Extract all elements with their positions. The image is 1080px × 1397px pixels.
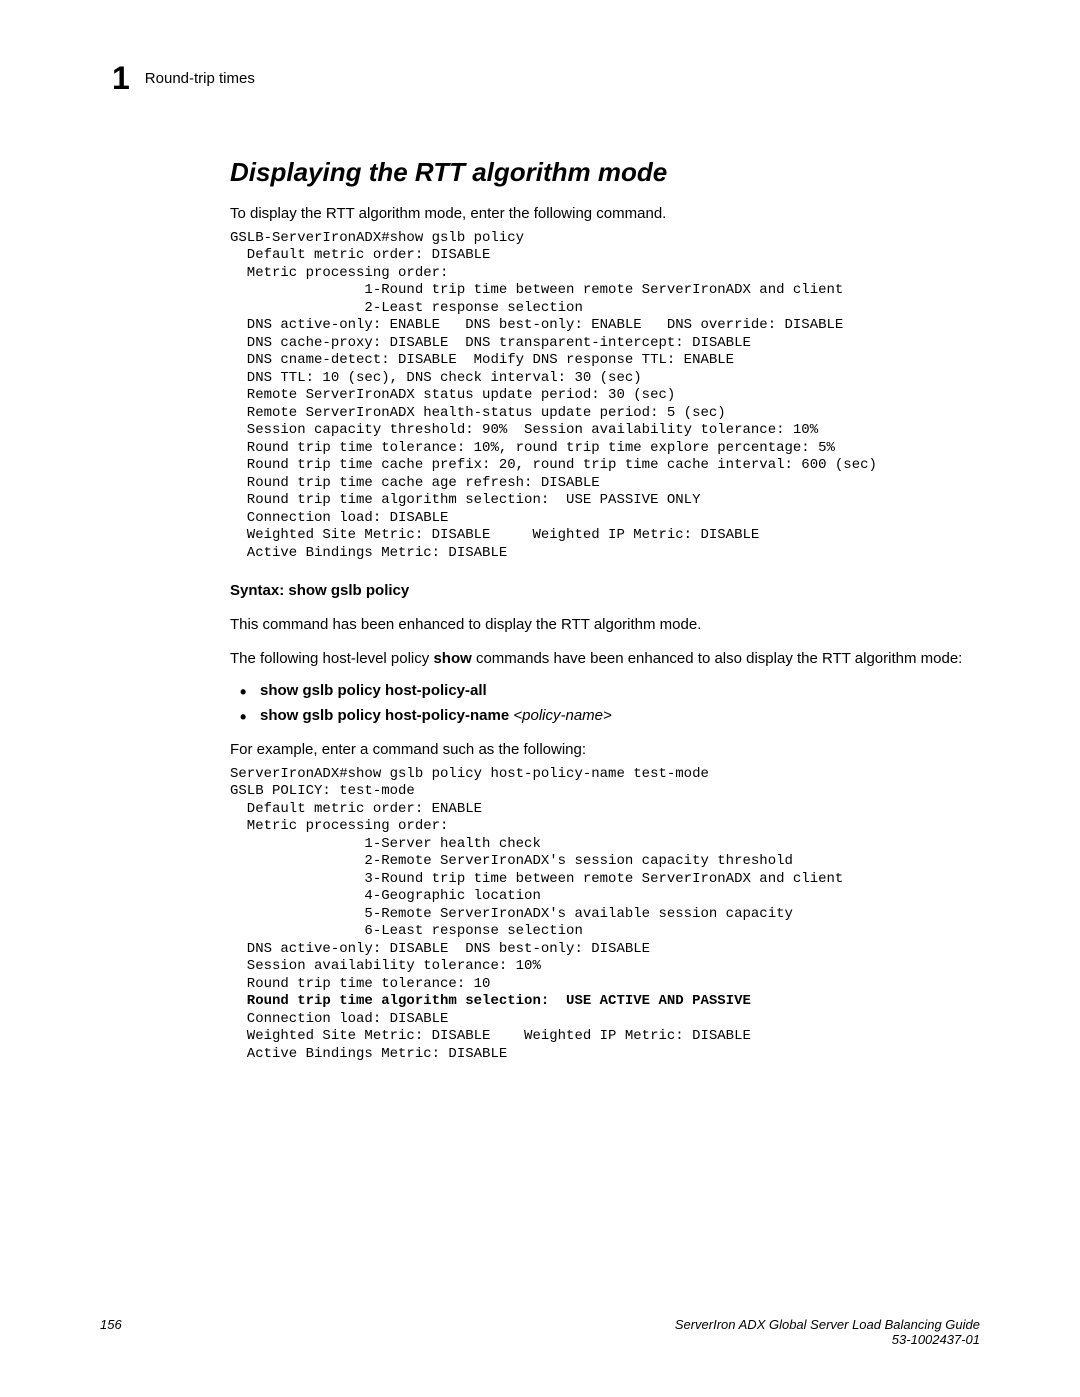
desc2-prefix: The following host-level policy: [230, 650, 433, 667]
intro-text: To display the RTT algorithm mode, enter…: [230, 204, 980, 224]
doc-id: 53-1002437-01: [675, 1332, 980, 1347]
syntax-label: Syntax:: [230, 582, 288, 599]
code-block-2-highlight: Round trip time algorithm selection: USE…: [230, 993, 980, 1011]
list-item: show gslb policy host-policy-name <polic…: [230, 707, 980, 724]
code-block-2-container: ServerIronADX#show gslb policy host-poli…: [230, 766, 980, 1064]
page-footer: 156 ServerIron ADX Global Server Load Ba…: [100, 1317, 980, 1347]
chapter-number: 1: [112, 60, 130, 97]
doc-title: ServerIron ADX Global Server Load Balanc…: [675, 1317, 980, 1332]
desc2-suffix: commands have been enhanced to also disp…: [472, 650, 963, 667]
chapter-title: Round-trip times: [145, 70, 255, 87]
description-1: This command has been enhanced to displa…: [230, 615, 980, 635]
syntax-line: Syntax: show gslb policy: [230, 582, 980, 599]
footer-right: ServerIron ADX Global Server Load Balanc…: [675, 1317, 980, 1347]
command-bold: show gslb policy host-policy-all: [260, 682, 487, 699]
description-2: The following host-level policy show com…: [230, 649, 980, 669]
command-list: show gslb policy host-policy-all show gs…: [230, 682, 980, 724]
description-3: For example, enter a command such as the…: [230, 740, 980, 760]
syntax-value: show gslb policy: [288, 582, 409, 599]
list-item: show gslb policy host-policy-all: [230, 682, 980, 699]
main-content: Displaying the RTT algorithm mode To dis…: [100, 157, 980, 1063]
code-block-1: GSLB-ServerIronADX#show gslb policy Defa…: [230, 230, 980, 563]
command-italic: <policy-name>: [513, 707, 611, 724]
page-header: 1 Round-trip times: [100, 60, 980, 97]
code-block-2-pre: ServerIronADX#show gslb policy host-poli…: [230, 766, 980, 994]
section-heading: Displaying the RTT algorithm mode: [230, 157, 980, 188]
code-block-2-post: Connection load: DISABLE Weighted Site M…: [230, 1011, 980, 1064]
desc2-bold: show: [433, 650, 471, 667]
command-bold: show gslb policy host-policy-name: [260, 707, 513, 724]
page-number: 156: [100, 1317, 122, 1347]
